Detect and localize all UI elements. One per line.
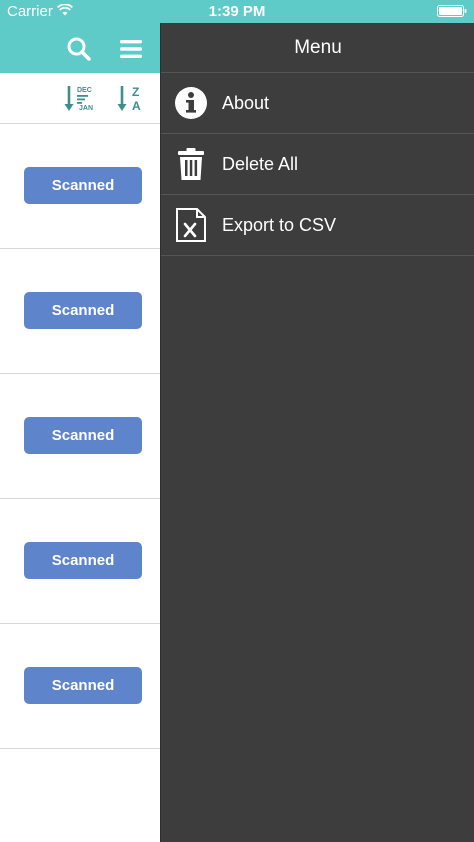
menu-item-label: Delete All [222,154,299,174]
sort-date-top-label: DEC [77,87,92,94]
sort-bar: DEC JAN Z A [0,73,160,124]
scanned-button[interactable]: Scanned [24,667,142,704]
list-item[interactable]: Scanned [0,249,160,374]
menu-item-export-csv[interactable]: Export to CSV [161,195,474,256]
list-item[interactable]: Scanned [0,499,160,624]
menu-title: Menu [161,23,474,73]
sort-alpha-bottom-label: A [132,99,141,113]
trash-icon [178,148,204,180]
search-icon[interactable] [66,36,92,62]
menu-list: About Delete All Export to CSV [161,73,474,256]
status-time: 1:39 PM [208,3,266,20]
scanned-button[interactable]: Scanned [24,417,142,454]
list-item[interactable]: Scanned [0,624,160,749]
scanned-button[interactable]: Scanned [24,292,142,329]
side-menu-drawer: Menu About Delete All Export to CSV [160,23,474,842]
menu-item-label: About [222,93,270,113]
excel-file-icon [176,208,206,242]
scan-list: Scanned Scanned Scanned Scanned Scanned [0,124,160,749]
scanned-button[interactable]: Scanned [24,167,142,204]
menu-item-label: Export to CSV [222,215,337,235]
battery-icon [437,5,467,17]
list-item[interactable]: Scanned [0,374,160,499]
menu-item-delete-all[interactable]: Delete All [161,134,474,195]
scanned-button[interactable]: Scanned [24,542,142,579]
hamburger-menu-icon[interactable] [118,36,144,62]
sort-alpha-top-label: Z [132,85,139,99]
sort-date-icon[interactable]: DEC JAN [64,83,94,113]
navigation-bar [0,23,160,73]
list-item[interactable]: Scanned [0,124,160,249]
scan-list-panel: DEC JAN Z A Scanned Scanned Scanned Scan… [0,23,160,842]
menu-item-about[interactable]: About [161,73,474,134]
sort-date-bottom-label: JAN [79,105,93,112]
status-bar: Carrier 1:39 PM [0,0,474,23]
info-icon [175,87,207,119]
sort-alpha-icon[interactable]: Z A [116,83,146,113]
